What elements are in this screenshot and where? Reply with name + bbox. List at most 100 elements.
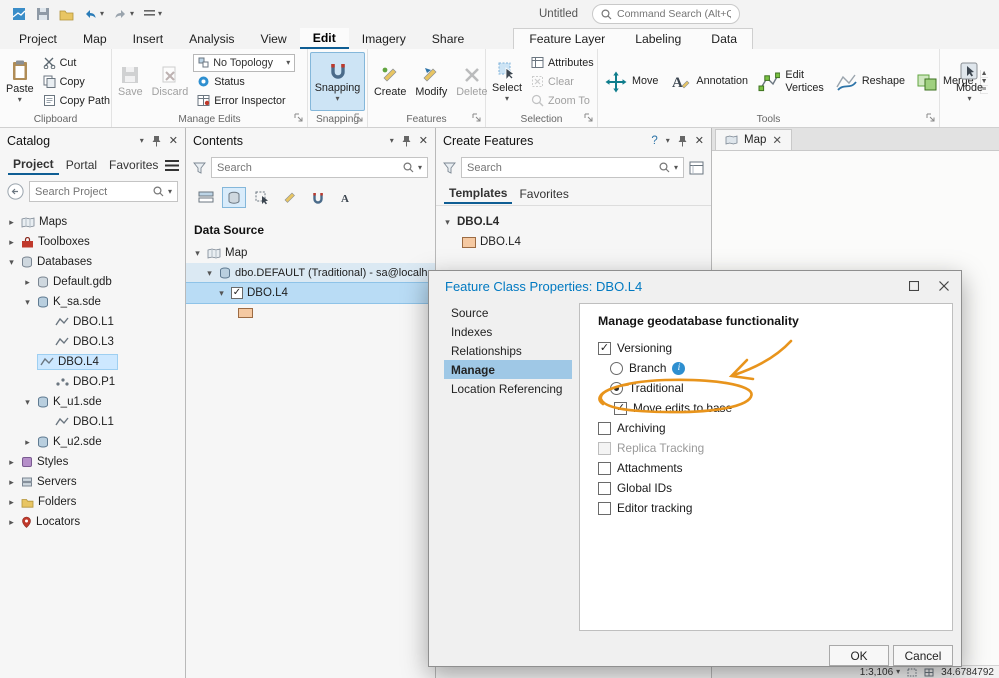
move-edits-checkbox[interactable] (614, 401, 627, 415)
tree-item-styles[interactable]: ▸ Styles (0, 452, 185, 472)
option-global-ids[interactable]: Global IDs (598, 478, 952, 498)
tab-labeling[interactable]: Labeling (620, 29, 696, 49)
option-branch[interactable]: Branch i (610, 358, 952, 378)
command-search-input[interactable] (617, 8, 731, 20)
tree-item-folders[interactable]: ▸ Folders (0, 492, 185, 512)
catalog-close-icon[interactable]: ✕ (169, 134, 178, 147)
option-traditional[interactable]: Traditional (610, 378, 952, 398)
catalog-hamburger-icon[interactable] (165, 159, 180, 171)
error-inspector-button[interactable]: Error Inspector (193, 92, 295, 110)
selection-status-icon[interactable] (907, 668, 917, 677)
catalog-search-box[interactable]: ▾ (29, 181, 178, 202)
contents-item-dbo-l4[interactable]: ▾DBO.L4 (186, 282, 435, 304)
undo-caret-icon[interactable]: ▾ (100, 10, 104, 18)
create-features-close-icon[interactable]: ✕ (695, 134, 704, 147)
tab-templates[interactable]: Templates (444, 184, 513, 204)
layer-symbol-swatch[interactable] (238, 308, 253, 318)
branch-info-icon[interactable]: i (672, 361, 686, 375)
option-versioning[interactable]: Versioning (598, 338, 952, 358)
tree-item-k-sa-sde[interactable]: ▾ K_sa.sde (0, 292, 185, 312)
list-by-selection-icon[interactable] (250, 187, 274, 208)
snapping-launcher-icon[interactable] (354, 113, 364, 123)
tab-view[interactable]: View (248, 28, 300, 49)
tab-map[interactable]: Map (70, 28, 120, 49)
dialog-close-icon[interactable] (939, 281, 949, 291)
status-button[interactable]: Status (193, 73, 295, 91)
dialog-maximize-icon[interactable] (909, 281, 919, 291)
tree-item-k-u1-sde[interactable]: ▾ K_u1.sde (0, 392, 185, 412)
manage-templates-icon[interactable] (689, 161, 704, 175)
grid-status-icon[interactable] (924, 668, 934, 677)
tree-item-locators[interactable]: ▸ Locators (0, 512, 185, 532)
contents-search-box[interactable]: ▾ (211, 157, 428, 178)
mode-button[interactable]: Mode ▾ (952, 52, 987, 111)
filter-icon[interactable] (193, 162, 206, 174)
catalog-search-input[interactable] (35, 185, 149, 198)
layer-visibility-checkbox[interactable] (231, 287, 243, 299)
topology-dropdown[interactable]: No Topology ▾ (193, 53, 296, 72)
catalog-menu-icon[interactable]: ▾ (140, 136, 144, 145)
map-tab-close-icon[interactable]: ✕ (772, 133, 782, 147)
create-features-button[interactable]: Create (370, 52, 410, 111)
list-by-labeling-icon[interactable]: A (334, 187, 358, 208)
app-icon[interactable] (8, 3, 30, 25)
contents-item-map[interactable]: ▾ Map (186, 243, 435, 263)
create-features-search-caret-icon[interactable]: ▾ (674, 163, 678, 172)
contents-item-version-connection[interactable]: ▾ dbo.DEFAULT (Traditional) - sa@localhos… (186, 263, 435, 283)
discard-edits-button[interactable]: Discard (148, 52, 193, 111)
option-archiving[interactable]: Archiving (598, 418, 952, 438)
create-features-menu-icon[interactable]: ▾ (666, 136, 670, 145)
list-by-snapping-icon[interactable] (306, 187, 330, 208)
catalog-search-caret-icon[interactable]: ▾ (168, 187, 172, 196)
contents-item-symbol[interactable] (186, 303, 435, 323)
snapping-button[interactable]: Snapping ▾ (309, 52, 366, 111)
catalog-back-icon[interactable] (7, 183, 24, 200)
tab-analysis[interactable]: Analysis (176, 28, 247, 49)
tab-project[interactable]: Project (6, 28, 70, 49)
tab-share[interactable]: Share (419, 28, 478, 49)
contents-pin-icon[interactable] (402, 135, 411, 147)
add-data-icon[interactable] (56, 3, 77, 25)
list-by-data-source-icon[interactable] (222, 187, 246, 208)
tree-item-toolboxes[interactable]: ▸ Toolboxes (0, 232, 185, 252)
catalog-pin-icon[interactable] (152, 135, 161, 147)
dialog-title-bar[interactable]: Feature Class Properties: DBO.L4 (429, 271, 961, 301)
help-icon[interactable]: ? (651, 135, 657, 147)
option-attachments[interactable]: Attachments (598, 458, 952, 478)
tree-item-dbo-l1-u1[interactable]: DBO.L1 (0, 412, 185, 432)
tree-item-k-u2-sde[interactable]: ▸ K_u2.sde (0, 432, 185, 452)
command-search[interactable] (592, 4, 740, 24)
copy-button[interactable]: Copy (39, 73, 114, 91)
nav-indexes[interactable]: Indexes (444, 322, 572, 341)
catalog-tab-portal[interactable]: Portal (61, 156, 102, 174)
tree-item-databases[interactable]: ▾ Databases (0, 252, 185, 272)
catalog-tab-project[interactable]: Project (8, 155, 59, 175)
cut-button[interactable]: Cut (39, 54, 114, 72)
nav-location-referencing[interactable]: Location Referencing (444, 379, 572, 398)
manage-edits-launcher-icon[interactable] (294, 113, 304, 123)
tree-item-dbo-l1[interactable]: DBO.L1 (0, 312, 185, 332)
option-move-edits-to-base[interactable]: Move edits to base (614, 398, 952, 418)
versioning-checkbox[interactable] (598, 341, 611, 355)
template-item-dbo-l4[interactable]: DBO.L4 (436, 232, 711, 252)
contents-close-icon[interactable]: ✕ (419, 134, 428, 147)
save-project-icon[interactable] (33, 3, 53, 25)
contents-menu-icon[interactable]: ▾ (390, 136, 394, 145)
archiving-checkbox[interactable] (598, 421, 611, 435)
list-by-drawing-order-icon[interactable] (194, 187, 218, 208)
tree-item-dbo-l3[interactable]: DBO.L3 (0, 332, 185, 352)
attachments-checkbox[interactable] (598, 461, 611, 475)
tool-move[interactable]: Move (600, 69, 663, 95)
nav-source[interactable]: Source (444, 303, 572, 322)
redo-caret-icon[interactable]: ▾ (130, 10, 134, 18)
tree-item-servers[interactable]: ▸ Servers (0, 472, 185, 492)
map-document-tab[interactable]: Map ✕ (715, 129, 793, 150)
copy-path-button[interactable]: Copy Path (39, 92, 114, 110)
tree-item-dbo-l4[interactable]: DBO.L4 (0, 352, 185, 372)
select-button[interactable]: Select ▾ (488, 52, 526, 111)
tab-data[interactable]: Data (696, 29, 752, 49)
save-edits-button[interactable]: Save (114, 52, 147, 111)
global-ids-checkbox[interactable] (598, 481, 611, 495)
filter-icon[interactable] (443, 162, 456, 174)
template-group-dbo-l4[interactable]: ▾ DBO.L4 (436, 212, 711, 232)
